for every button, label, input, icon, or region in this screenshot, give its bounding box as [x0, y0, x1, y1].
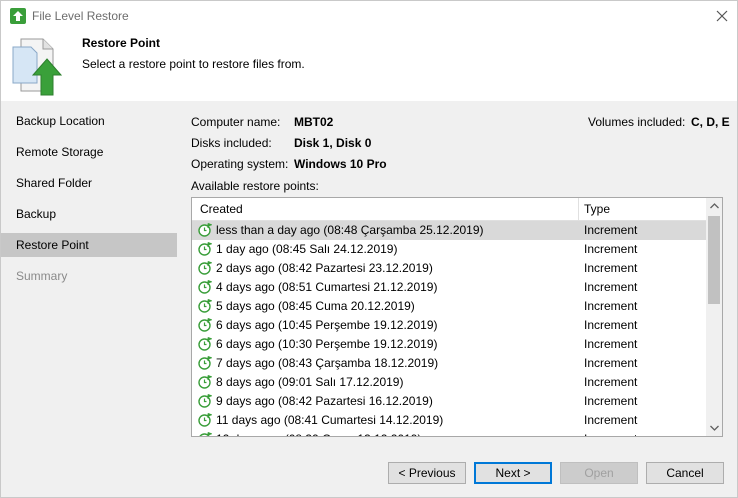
- cell-type: Increment: [584, 394, 638, 408]
- restore-point-clock-icon: [198, 394, 213, 408]
- scroll-up-button[interactable]: [706, 198, 722, 214]
- cell-type: Increment: [584, 432, 637, 436]
- cell-created: 4 days ago (08:51 Cumartesi 21.12.2019): [216, 280, 438, 294]
- table-header: Created Type: [192, 198, 706, 221]
- volumes-value: C, D, E: [691, 115, 730, 129]
- cell-created: 6 days ago (10:30 Perşembe 19.12.2019): [216, 337, 438, 351]
- table-body: less than a day ago (08:48 Çarşamba 25.1…: [192, 221, 706, 436]
- cell-created: 2 days ago (08:42 Pazartesi 23.12.2019): [216, 261, 433, 275]
- restore-point-clock-icon: [198, 242, 213, 256]
- os-value: Windows 10 Pro: [294, 157, 387, 171]
- cell-created: 6 days ago (10:45 Perşembe 19.12.2019): [216, 318, 438, 332]
- wizard-footer: < Previous Next > Open Cancel: [1, 447, 737, 497]
- chevron-down-icon: [709, 425, 719, 431]
- scroll-down-button[interactable]: [706, 420, 722, 436]
- close-button[interactable]: [709, 5, 735, 27]
- cell-created: 8 days ago (09:01 Salı 17.12.2019): [216, 375, 404, 389]
- window-title: File Level Restore: [32, 9, 129, 23]
- cell-type: Increment: [584, 223, 638, 237]
- restore-point-clock-icon: [198, 375, 213, 389]
- table-row[interactable]: 1 day ago (08:45 Salı 24.12.2019) Increme…: [192, 240, 706, 259]
- computer-name-value: MBT02: [294, 115, 334, 129]
- cell-created: 7 days ago (08:43 Çarşamba 18.12.2019): [216, 356, 439, 370]
- sidebar-item-remote-storage[interactable]: Remote Storage: [1, 140, 177, 164]
- cell-type: Increment: [584, 337, 638, 351]
- previous-button[interactable]: < Previous: [388, 462, 466, 484]
- chevron-up-icon: [709, 203, 719, 209]
- next-button[interactable]: Next >: [474, 462, 552, 484]
- sidebar-item-backup[interactable]: Backup: [1, 202, 177, 226]
- restore-point-clock-icon: [198, 318, 213, 332]
- restore-point-clock-icon: [198, 261, 213, 275]
- sidebar-item-backup-location[interactable]: Backup Location: [1, 109, 177, 133]
- cell-created: 11 days ago (08:41 Cumartesi 14.12.2019): [216, 413, 444, 427]
- table-row[interactable]: 9 days ago (08:42 Pazartesi 16.12.2019) I…: [192, 392, 706, 411]
- column-divider[interactable]: [578, 198, 579, 220]
- cancel-button[interactable]: Cancel: [646, 462, 724, 484]
- vertical-scrollbar[interactable]: [706, 198, 722, 436]
- cell-type: Increment: [584, 318, 638, 332]
- scrollbar-thumb[interactable]: [708, 216, 720, 304]
- page-subtitle: Select a restore point to restore files …: [82, 57, 305, 71]
- cell-created: 1 day ago (08:45 Salı 24.12.2019): [216, 242, 398, 256]
- title-bar: File Level Restore: [1, 1, 737, 31]
- table-row[interactable]: 6 days ago (10:30 Perşembe 19.12.2019) In…: [192, 335, 706, 354]
- restore-point-panel: Computer name: MBT02 Volumes included: C…: [177, 101, 737, 447]
- sidebar-item-summary: Summary: [16, 269, 68, 283]
- restore-point-clock-icon: [198, 432, 213, 436]
- table-row[interactable]: 4 days ago (08:51 Cumartesi 21.12.2019) I…: [192, 278, 706, 297]
- cell-type: Increment: [584, 280, 638, 294]
- column-header-created[interactable]: Created: [200, 202, 243, 216]
- cell-type: Increment: [584, 356, 638, 370]
- computer-name-label: Computer name:: [191, 115, 281, 129]
- open-button: Open: [560, 462, 638, 484]
- disks-value: Disk 1, Disk 0: [294, 136, 372, 150]
- table-row[interactable]: 8 days ago (09:01 Salı 17.12.2019) Increm…: [192, 373, 706, 392]
- cell-created: 12 days ago (08:39 Cuma 13.12.2019): [216, 432, 421, 436]
- restore-point-clock-icon: [198, 223, 213, 237]
- restore-point-clock-icon: [198, 413, 213, 427]
- page-title: Restore Point: [82, 36, 161, 50]
- available-restore-points-label: Available restore points:: [191, 179, 319, 193]
- restore-point-clock-icon: [198, 337, 213, 351]
- disks-label: Disks included:: [191, 136, 272, 150]
- close-icon: [716, 10, 728, 22]
- restore-document-icon: [11, 37, 67, 97]
- sidebar-item-shared-folder[interactable]: Shared Folder: [1, 171, 177, 195]
- table-row[interactable]: 12 days ago (08:39 Cuma 13.12.2019) Incre…: [192, 430, 706, 436]
- restore-point-clock-icon: [198, 356, 213, 370]
- file-level-restore-window: File Level Restore Restore Point Select …: [0, 0, 738, 498]
- wizard-steps-sidebar: Backup Location Remote Storage Shared Fo…: [1, 101, 177, 447]
- cell-type: Increment: [584, 413, 638, 427]
- cell-created: less than a day ago (08:48 Çarşamba 25.1…: [216, 223, 484, 237]
- cell-type: Increment: [584, 375, 638, 389]
- cell-type: Increment: [584, 299, 638, 313]
- volumes-label: Volumes included:: [588, 115, 686, 129]
- restore-point-clock-icon: [198, 299, 213, 313]
- table-row[interactable]: 11 days ago (08:41 Cumartesi 14.12.2019)…: [192, 411, 706, 430]
- wizard-header: Restore Point Select a restore point to …: [1, 31, 737, 101]
- table-row[interactable]: 2 days ago (08:42 Pazartesi 23.12.2019) I…: [192, 259, 706, 278]
- restore-points-table[interactable]: Created Type less than a day ago (08:48 …: [191, 197, 723, 437]
- cell-type: Increment: [584, 261, 638, 275]
- sidebar-item-restore-point[interactable]: Restore Point: [1, 233, 177, 257]
- cell-created: 9 days ago (08:42 Pazartesi 16.12.2019): [216, 394, 433, 408]
- table-row[interactable]: 7 days ago (08:43 Çarşamba 18.12.2019) In…: [192, 354, 706, 373]
- restore-point-clock-icon: [198, 280, 213, 294]
- table-row[interactable]: 5 days ago (08:45 Cuma 20.12.2019) Increm…: [192, 297, 706, 316]
- restore-app-icon: [10, 8, 26, 24]
- table-row[interactable]: 6 days ago (10:45 Perşembe 19.12.2019) In…: [192, 316, 706, 335]
- cell-created: 5 days ago (08:45 Cuma 20.12.2019): [216, 299, 415, 313]
- column-header-type[interactable]: Type: [584, 202, 610, 216]
- table-row[interactable]: less than a day ago (08:48 Çarşamba 25.1…: [192, 221, 706, 240]
- cell-type: Increment: [584, 242, 638, 256]
- os-label: Operating system:: [191, 157, 289, 171]
